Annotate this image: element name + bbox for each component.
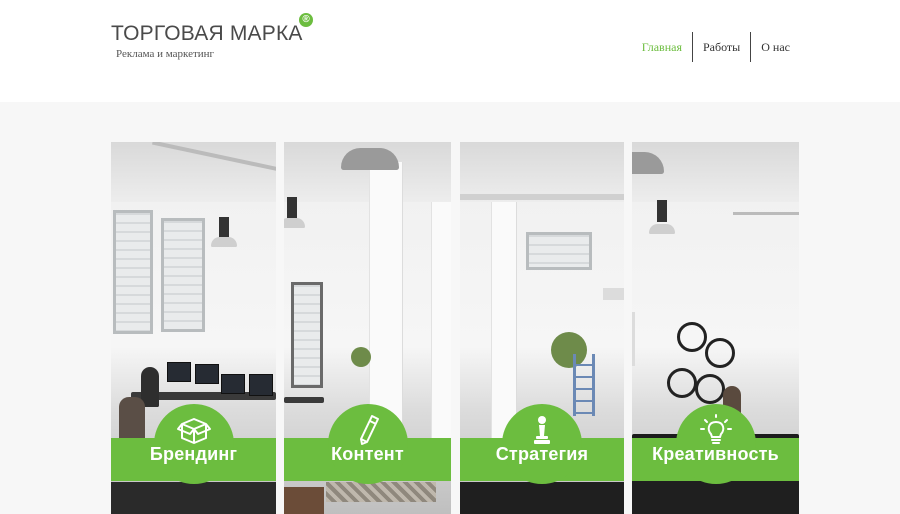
main-nav: Главная Работы О нас	[632, 32, 800, 62]
panel-label: Брендинг	[149, 444, 238, 464]
panel-strategy[interactable]: Стратегия	[460, 142, 624, 514]
panel-label: Контент	[331, 444, 404, 464]
brand-subtitle: Реклама и маркетинг	[116, 48, 215, 60]
panel-creativity[interactable]: Креативность	[632, 142, 799, 514]
brand-logo[interactable]: ТОРГОВАЯ МАРКА ® Реклама и маркетинг	[111, 13, 313, 60]
nav-item-works[interactable]: Работы	[693, 32, 750, 62]
panel-label: Креативность	[652, 444, 779, 464]
site-header: ТОРГОВАЯ МАРКА ® Реклама и маркетинг Гла…	[0, 0, 900, 102]
panel-branding[interactable]: Брендинг	[111, 142, 276, 514]
service-panels: Брендинг Контент Стратегия Креативность	[111, 142, 799, 514]
chess-pawn-icon	[534, 416, 550, 444]
panel-content[interactable]: Контент	[284, 142, 451, 514]
brand-title: ТОРГОВАЯ МАРКА	[111, 22, 303, 45]
panel-label: Стратегия	[495, 444, 589, 464]
nav-item-home[interactable]: Главная	[632, 32, 692, 62]
nav-item-about[interactable]: О нас	[751, 32, 800, 62]
pencil-icon	[359, 415, 379, 445]
box-icon	[176, 418, 211, 444]
registered-mark-icon: ®	[299, 13, 313, 27]
lightbulb-icon	[699, 414, 732, 444]
